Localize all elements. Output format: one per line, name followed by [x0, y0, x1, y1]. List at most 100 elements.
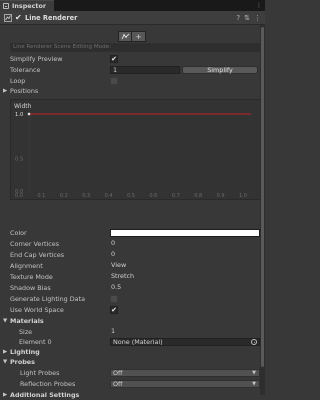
- inspector-scrollbar[interactable]: [260, 25, 265, 395]
- chevron-down-icon: ▼: [3, 359, 8, 365]
- reflection-probes-row: Reflection Probes Off ▼: [0, 379, 265, 389]
- tolerance-input[interactable]: 1: [110, 66, 180, 74]
- lighting-label: Lighting: [10, 348, 40, 356]
- material-element-field[interactable]: None (Material): [110, 338, 260, 346]
- y-tick-label: 1.0: [15, 112, 23, 118]
- end-cap-vertices-label: End Cap Vertices: [10, 251, 65, 259]
- x-tick-label: 1.0: [239, 193, 247, 199]
- generate-lighting-data-checkbox[interactable]: [110, 295, 118, 303]
- component-enabled-checkbox[interactable]: ✔: [15, 14, 23, 22]
- x-tick-label: 0.2: [60, 193, 68, 199]
- material-element-label: Element 0: [19, 338, 52, 346]
- shadow-bias-row: Shadow Bias 0.5: [0, 283, 265, 293]
- tab-inspector[interactable]: Inspector: [0, 0, 54, 11]
- positions-foldout[interactable]: ▶ Positions: [0, 86, 265, 96]
- materials-size-input[interactable]: 1: [110, 328, 115, 336]
- preset-icon[interactable]: ⇅: [244, 14, 250, 22]
- curve-key-point[interactable]: [27, 112, 31, 116]
- light-probes-value: Off: [113, 369, 123, 377]
- chevron-right-icon: ▶: [3, 349, 8, 355]
- x-tick-label: 0.5: [127, 193, 135, 199]
- generate-lighting-data-row: Generate Lighting Data: [0, 294, 265, 304]
- light-probes-label: Light Probes: [20, 369, 60, 377]
- header-icons: ? ⇅ ⋮: [236, 14, 261, 22]
- add-point-button[interactable]: +: [132, 31, 146, 42]
- width-curve-graph: 1.00.50.00.0 0.1 0.2 0.3 0.4 0.5 0.6 0.7 0.8 0.9 1…: [15, 112, 251, 199]
- material-element-value: None (Material): [113, 338, 163, 346]
- edit-points-button[interactable]: [118, 31, 132, 42]
- end-cap-vertices-input[interactable]: 0: [110, 251, 115, 259]
- material-element-row: Element 0 None (Material): [0, 337, 265, 347]
- light-probes-row: Light Probes Off ▼: [0, 368, 265, 378]
- light-probes-dropdown[interactable]: Off ▼: [110, 369, 260, 377]
- help-icon[interactable]: ?: [236, 14, 240, 22]
- y-tick-label: 0.5: [15, 157, 23, 163]
- end-cap-vertices-row: End Cap Vertices 0: [0, 250, 265, 260]
- texture-mode-label: Texture Mode: [10, 273, 53, 281]
- chevron-down-icon: ▼: [3, 318, 8, 324]
- component-menu-icon[interactable]: ⋮: [254, 14, 261, 22]
- materials-foldout[interactable]: ▼ Materials: [0, 316, 265, 326]
- lighting-foldout[interactable]: ▶ Lighting: [0, 347, 265, 357]
- loop-checkbox[interactable]: [110, 77, 118, 85]
- component-header[interactable]: ✔ Line Renderer ? ⇅ ⋮: [0, 11, 265, 25]
- component-title: Line Renderer: [25, 14, 78, 22]
- object-picker-icon[interactable]: [251, 339, 257, 345]
- color-row: Color: [0, 228, 265, 238]
- width-curve-editor[interactable]: 1.0 0.5 0.0 0.0 0.1 0.2 0.3 0.4 0.5 0.6 0.7 0.8 0.9 1…: [10, 99, 261, 200]
- corner-vertices-label: Corner Vertices: [10, 240, 60, 248]
- tab-bar: Inspector ⋮: [0, 0, 265, 11]
- x-tick-label: 0.3: [82, 193, 90, 199]
- probes-label: Probes: [10, 358, 35, 366]
- line-renderer-icon: [4, 14, 12, 22]
- reflection-probes-dropdown[interactable]: Off ▼: [110, 380, 260, 388]
- tab-inspector-label: Inspector: [12, 2, 47, 10]
- x-tick-label: 0.8: [194, 193, 202, 199]
- additional-settings-label: Additional Settings: [10, 391, 80, 399]
- inspector-icon: [3, 3, 9, 9]
- simplify-button[interactable]: Simplify: [182, 66, 258, 74]
- width-curve-title: Width: [14, 103, 32, 110]
- edit-points-icon: [121, 33, 129, 40]
- plus-icon: +: [135, 32, 142, 41]
- chevron-right-icon: ▶: [3, 392, 8, 398]
- dropdown-arrow-icon: ▼: [252, 381, 256, 387]
- alignment-label: Alignment: [10, 262, 43, 270]
- alignment-row: Alignment View: [0, 261, 265, 271]
- simplify-preview-row: Simplify Preview ✔: [0, 54, 265, 64]
- x-tick-label: 0.7: [172, 193, 180, 199]
- texture-mode-dropdown[interactable]: Stretch: [110, 273, 134, 281]
- tab-bar-controls: ⋮: [256, 2, 262, 9]
- generate-lighting-data-label: Generate Lighting Data: [10, 295, 85, 303]
- shadow-bias-label: Shadow Bias: [10, 284, 51, 292]
- chevron-right-icon: ▶: [3, 88, 8, 94]
- x-tick-label: 0.6: [149, 193, 157, 199]
- tolerance-row: Tolerance 1 Simplify: [0, 65, 265, 75]
- reflection-probes-label: Reflection Probes: [20, 380, 76, 388]
- scene-editing-tools: +: [118, 31, 146, 42]
- x-tick-label: 0.4: [105, 193, 113, 199]
- use-world-space-checkbox[interactable]: ✔: [110, 306, 118, 314]
- materials-size-row: Size 1: [0, 327, 265, 337]
- color-field[interactable]: [110, 229, 260, 237]
- corner-vertices-input[interactable]: 0: [110, 240, 115, 248]
- x-tick-label: 0.1: [37, 193, 45, 199]
- materials-size-label: Size: [19, 328, 33, 336]
- simplify-preview-label: Simplify Preview: [10, 55, 63, 63]
- simplify-preview-checkbox[interactable]: ✔: [110, 55, 118, 63]
- x-tick-label: 0.0: [15, 193, 23, 199]
- alignment-dropdown[interactable]: View: [110, 262, 126, 270]
- scrollbar-thumb[interactable]: [261, 27, 264, 367]
- tolerance-label: Tolerance: [10, 66, 41, 74]
- scene-editing-mode-label: Line Renderer Scene Editing Mode:: [10, 43, 261, 52]
- use-world-space-label: Use World Space: [10, 306, 64, 314]
- loop-label: Loop: [10, 77, 26, 85]
- kebab-menu-icon[interactable]: ⋮: [256, 2, 262, 9]
- corner-vertices-row: Corner Vertices 0: [0, 239, 265, 249]
- positions-label: Positions: [10, 87, 39, 95]
- additional-settings-foldout[interactable]: ▶ Additional Settings: [0, 390, 265, 400]
- probes-foldout[interactable]: ▼ Probes: [0, 357, 265, 367]
- dropdown-arrow-icon: ▼: [252, 370, 256, 376]
- texture-mode-row: Texture Mode Stretch: [0, 272, 265, 282]
- shadow-bias-input[interactable]: 0.5: [110, 284, 121, 292]
